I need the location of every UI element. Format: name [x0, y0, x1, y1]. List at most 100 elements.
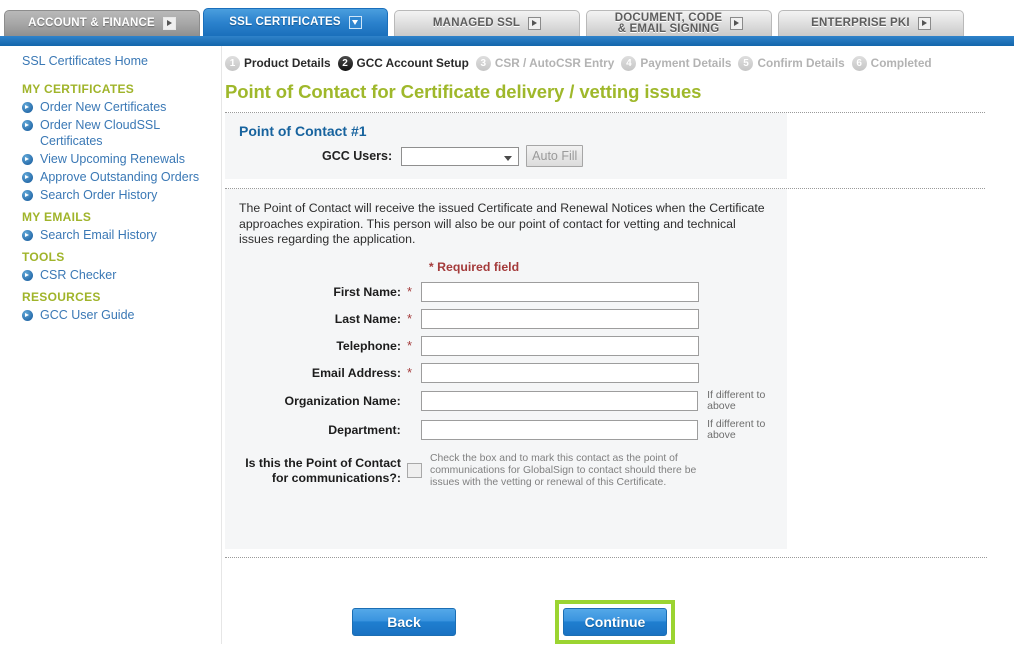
step-4-payment-details[interactable]: 4 Payment Details — [621, 55, 732, 71]
sidebar-group-my-emails: MY EMAILS — [22, 210, 92, 224]
step-number: 2 — [337, 55, 353, 71]
organization-name-label: Organization Name: — [284, 393, 401, 408]
department-input[interactable] — [420, 419, 699, 440]
tab-enterprise-pki[interactable]: ENTERPRISE PKI — [778, 10, 964, 36]
step-number: 3 — [475, 55, 491, 71]
step-3-csr-autocsr-entry[interactable]: 3 CSR / AutoCSR Entry — [475, 55, 615, 71]
chevron-right-box-icon — [730, 17, 744, 30]
organization-name-hint: If different to above — [707, 388, 766, 412]
sidebar-item-search-order-history[interactable]: Search Order History — [0, 186, 221, 204]
step-number: 6 — [851, 55, 867, 71]
telephone-input[interactable] — [421, 335, 699, 356]
step-label: GCC Account Setup — [356, 56, 469, 70]
field-row-department: Department: If different to above — [239, 417, 773, 441]
tab-enterprise-pki-label: ENTERPRISE PKI — [811, 17, 910, 29]
arrow-circle-icon — [22, 102, 33, 113]
sidebar-item-label: Search Order History — [40, 188, 158, 202]
chevron-right-box-icon — [162, 17, 176, 30]
field-row-organization-name: Organization Name: If different to above — [239, 388, 773, 412]
sidebar: SSL Certificates Home MY CERTIFICATES Or… — [0, 46, 222, 644]
field-row-email-address: Email Address: * — [239, 362, 773, 383]
sidebar-item-view-upcoming-renewals[interactable]: View Upcoming Renewals — [0, 150, 221, 168]
chevron-down-box-icon — [348, 16, 362, 29]
step-1-product-details[interactable]: 1 Product Details — [225, 55, 331, 71]
gcc-users-select[interactable] — [401, 146, 520, 166]
step-6-completed[interactable]: 6 Completed — [851, 55, 932, 71]
first-name-input[interactable] — [421, 281, 699, 302]
form-intro-text: The Point of Contact will receive the is… — [239, 201, 765, 246]
required-star-icon: * — [407, 284, 413, 299]
sidebar-item-label: View Upcoming Renewals — [40, 152, 185, 166]
sidebar-item-label: Order New Certificates — [40, 100, 167, 114]
field-row-last-name: Last Name: * — [239, 308, 773, 329]
arrow-circle-icon — [22, 120, 33, 131]
tab-document-code-email-signing-label: DOCUMENT, CODE & EMAIL SIGNING — [614, 11, 723, 35]
sidebar-group-my-certificates: MY CERTIFICATES — [22, 82, 135, 96]
step-number: 5 — [738, 55, 754, 71]
required-star-icon: * — [407, 365, 413, 380]
tab-ssl-certificates[interactable]: SSL CERTIFICATES — [203, 8, 388, 36]
required-star-icon: * — [428, 259, 434, 274]
sidebar-item-ssl-certificates-home[interactable]: SSL Certificates Home — [0, 52, 221, 76]
point-of-contact-communications-label: Is this the Point of Contact for communi… — [245, 455, 401, 485]
top-tab-bar: ACCOUNT & FINANCE SSL CERTIFICATES MANAG… — [0, 0, 1014, 46]
action-button-row: Back Continue — [225, 599, 1014, 649]
step-label: Completed — [870, 56, 932, 70]
sidebar-item-gcc-user-guide[interactable]: GCC User Guide — [0, 306, 221, 324]
field-row-first-name: First Name: * — [239, 281, 773, 302]
gcc-users-label: GCC Users: — [322, 149, 393, 163]
last-name-input[interactable] — [421, 308, 699, 329]
continue-button[interactable]: Continue — [563, 608, 667, 636]
sidebar-item-order-new-certificates[interactable]: Order New Certificates — [0, 98, 221, 116]
gcc-users-row: GCC Users: Auto Fill — [239, 145, 773, 167]
point-of-contact-panel-title: Point of Contact #1 — [239, 123, 367, 139]
field-row-telephone: Telephone: * — [239, 335, 773, 356]
arrow-circle-icon — [22, 310, 33, 321]
field-row-point-of-contact-communications: Is this the Point of Contact for communi… — [239, 453, 773, 489]
back-button[interactable]: Back — [352, 608, 456, 636]
tab-managed-ssl-label: MANAGED SSL — [432, 17, 521, 29]
step-progress-indicator: 1 Product Details 2 GCC Account Setup 3 … — [225, 46, 1014, 75]
tab-ssl-certificates-label: SSL CERTIFICATES — [229, 16, 341, 28]
tab-managed-ssl[interactable]: MANAGED SSL — [394, 10, 580, 36]
chevron-right-box-icon — [917, 17, 931, 30]
department-label: Department: — [328, 422, 401, 437]
arrow-circle-icon — [22, 230, 33, 241]
step-label: Product Details — [244, 56, 331, 70]
telephone-label: Telephone: — [336, 338, 401, 353]
required-star-icon: * — [407, 338, 413, 353]
sidebar-item-search-email-history[interactable]: Search Email History — [0, 226, 221, 244]
step-label: Payment Details — [640, 56, 732, 70]
sidebar-item-label: GCC User Guide — [40, 308, 135, 322]
sidebar-group-resources: RESOURCES — [22, 290, 101, 304]
step-label: Confirm Details — [757, 56, 845, 70]
email-address-input[interactable] — [421, 362, 699, 383]
sidebar-item-csr-checker[interactable]: CSR Checker — [0, 266, 221, 284]
department-hint: If different to above — [707, 417, 766, 441]
organization-name-input[interactable] — [420, 390, 699, 411]
auto-fill-button[interactable]: Auto Fill — [526, 145, 584, 167]
sidebar-item-label: Approve Outstanding Orders — [40, 170, 200, 184]
required-field-note-label: Required field — [437, 259, 520, 274]
first-name-label: First Name: — [333, 284, 401, 299]
step-number: 1 — [225, 55, 240, 71]
last-name-label: Last Name: — [334, 311, 401, 326]
arrow-circle-icon — [22, 172, 33, 183]
contact-form-panel: The Point of Contact will receive the is… — [225, 189, 787, 549]
tab-account-finance[interactable]: ACCOUNT & FINANCE — [4, 10, 200, 36]
step-number: 4 — [621, 55, 637, 71]
arrow-circle-icon — [22, 154, 33, 165]
point-of-contact-communications-checkbox[interactable] — [407, 463, 422, 478]
arrow-circle-icon — [22, 190, 33, 201]
divider-bottom — [225, 557, 987, 558]
sidebar-item-order-new-cloudssl-certificates[interactable]: Order New CloudSSL Certificates — [0, 116, 221, 150]
tab-account-finance-label: ACCOUNT & FINANCE — [28, 17, 155, 29]
step-2-gcc-account-setup[interactable]: 2 GCC Account Setup — [337, 55, 469, 71]
page-title: Point of Contact for Certificate deliver… — [225, 81, 702, 102]
sidebar-item-approve-outstanding-orders[interactable]: Approve Outstanding Orders — [0, 168, 221, 186]
step-5-confirm-details[interactable]: 5 Confirm Details — [738, 55, 845, 71]
main-content: 1 Product Details 2 GCC Account Setup 3 … — [225, 46, 1014, 644]
tab-document-code-email-signing[interactable]: DOCUMENT, CODE & EMAIL SIGNING — [586, 10, 772, 36]
step-label: CSR / AutoCSR Entry — [494, 56, 615, 70]
sidebar-item-label: CSR Checker — [40, 268, 117, 282]
